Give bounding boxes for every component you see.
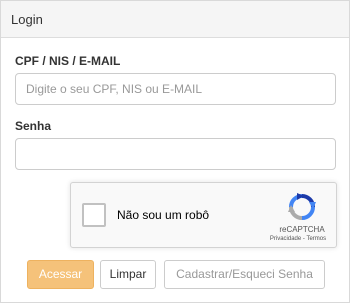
recaptcha-logo-icon — [288, 193, 316, 220]
privacy-link[interactable]: Privacidade — [270, 236, 301, 242]
terms-link[interactable]: Termos — [306, 236, 326, 242]
password-input[interactable] — [15, 138, 336, 170]
submit-button[interactable]: Acessar — [27, 260, 94, 289]
cpf-label: CPF / NIS / E-MAIL — [15, 54, 121, 68]
recaptcha-checkbox[interactable] — [82, 203, 106, 227]
recaptcha-widget: Não sou um robô reCAPTCHA Privacidade - … — [70, 182, 337, 248]
password-label: Senha — [15, 119, 52, 133]
login-panel: Login CPF / NIS / E-MAIL Senha Não sou u… — [0, 0, 350, 303]
panel-header: Login — [1, 1, 349, 38]
cpf-input[interactable] — [15, 73, 336, 105]
register-forgot-password-button[interactable]: Cadastrar/Esqueci Senha — [164, 260, 325, 289]
clear-button[interactable]: Limpar — [100, 260, 156, 289]
panel-title: Login — [11, 12, 43, 27]
recaptcha-links: Privacidade - Termos — [256, 236, 340, 242]
recaptcha-brand: reCAPTCHA — [279, 225, 325, 234]
recaptcha-label: Não sou um robô — [117, 208, 210, 222]
